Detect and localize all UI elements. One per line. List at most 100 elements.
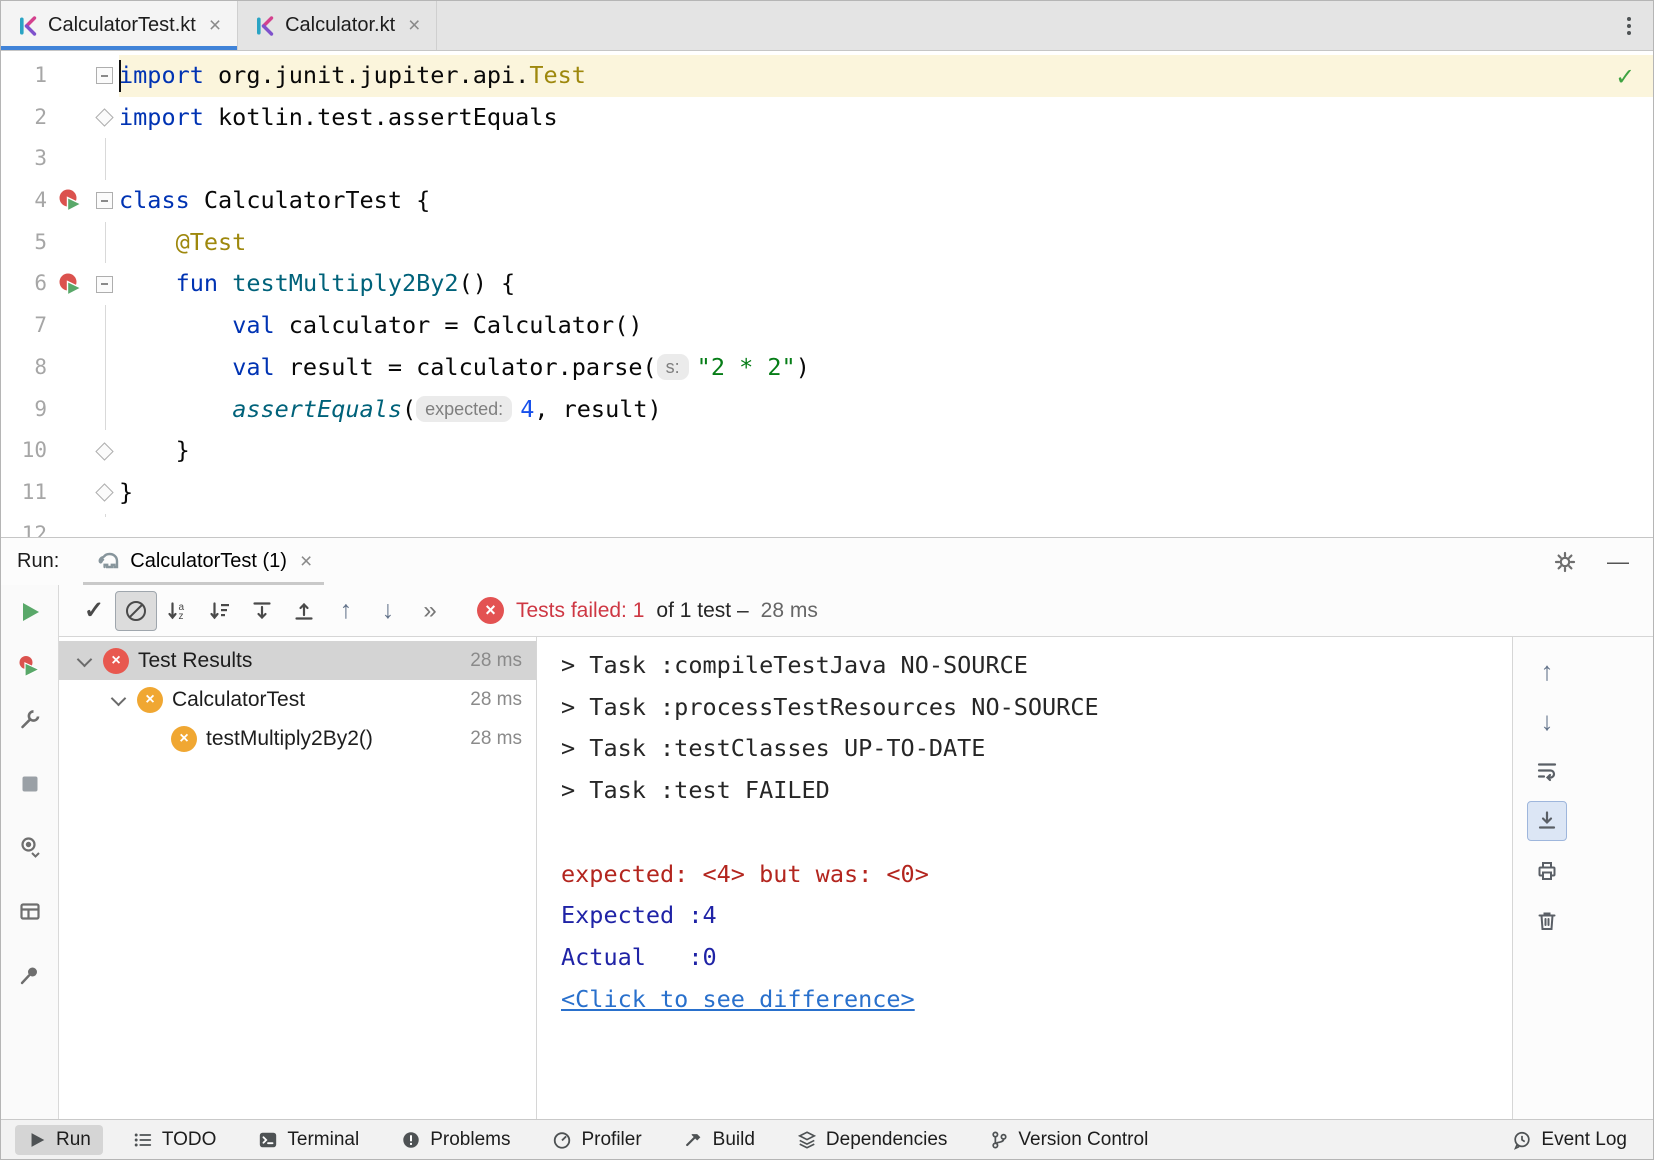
toolbar-item-version-control[interactable]: Version Control <box>977 1125 1160 1155</box>
fold-marker-icon[interactable] <box>89 97 119 139</box>
sort-alphabetically-icon[interactable]: a z <box>157 591 199 631</box>
code-line: 11 } <box>1 472 1653 514</box>
show-passed-icon[interactable]: ✓ <box>73 591 115 631</box>
line-number[interactable]: 12 <box>1 514 47 537</box>
restore-layout-icon[interactable] <box>15 897 45 927</box>
down-stack-trace-icon[interactable]: ↓ <box>1527 701 1567 741</box>
run-test-gutter-icon[interactable] <box>51 263 89 305</box>
run-test-gutter-icon[interactable] <box>51 180 89 222</box>
code-text[interactable]: class CalculatorTest { <box>119 180 1653 222</box>
scroll-to-end-icon[interactable] <box>1527 801 1567 841</box>
code-line: 12 <box>1 514 1653 537</box>
line-number[interactable]: 6 <box>1 263 47 305</box>
rerun-tests-icon[interactable] <box>15 597 45 627</box>
toolbar-item-event-log[interactable]: Event Log <box>1500 1125 1639 1155</box>
fold-marker-icon[interactable] <box>89 55 119 97</box>
next-failed-test-icon[interactable]: ↓ <box>367 591 409 631</box>
line-number[interactable]: 5 <box>1 222 47 264</box>
line-number[interactable]: 4 <box>1 180 47 222</box>
console-line: > Task :test FAILED <box>561 770 1512 812</box>
line-number[interactable]: 8 <box>1 347 47 389</box>
code-line: 9 assertEquals(expected:4, result) <box>1 389 1653 431</box>
tab-label: Calculator.kt <box>285 14 395 37</box>
test-name: Test Results <box>138 649 470 673</box>
line-number[interactable]: 10 <box>1 430 47 472</box>
line-number[interactable]: 9 <box>1 389 47 431</box>
chevron-down-icon[interactable] <box>73 649 97 673</box>
tab-label: CalculatorTest.kt <box>48 14 196 37</box>
pin-tab-icon[interactable] <box>15 961 45 991</box>
code-text[interactable] <box>119 514 1653 537</box>
toolbar-label: Run <box>56 1129 91 1151</box>
expand-all-icon[interactable] <box>241 591 283 631</box>
ide-window: CalculatorTest.kt × Calculator.kt × 1 <box>0 0 1654 1160</box>
toolbar-item-build[interactable]: Build <box>672 1125 767 1155</box>
problems-icon <box>401 1130 421 1150</box>
code-text[interactable]: val result = calculator.parse(s:"2 * 2") <box>119 347 1653 389</box>
code-text[interactable]: val calculator = Calculator() <box>119 305 1653 347</box>
more-toolbar-actions-icon[interactable]: » <box>409 591 451 631</box>
test-settings-wrench-icon[interactable] <box>15 705 45 735</box>
sort-by-duration-icon[interactable] <box>199 591 241 631</box>
editor-tabs-menu-icon[interactable] <box>1605 1 1653 50</box>
stop-icon[interactable] <box>15 769 45 799</box>
toolbar-label: Profiler <box>581 1129 641 1151</box>
test-tree-row[interactable]: × testMultiply2By2() 28 ms <box>59 719 536 758</box>
tab-close-icon[interactable]: × <box>209 14 221 38</box>
kotlin-file-icon <box>254 15 276 37</box>
code-editor[interactable]: 1 import org.junit.jupiter.api.Test 2 <box>1 51 1653 537</box>
code-text[interactable]: } <box>119 430 1653 472</box>
line-number[interactable]: 2 <box>1 97 47 139</box>
collapse-all-icon[interactable] <box>283 591 325 631</box>
test-tree-row[interactable]: × CalculatorTest 28 ms <box>59 680 536 719</box>
console-output[interactable]: > Task :compileTestJava NO-SOURCE> Task … <box>537 637 1513 1119</box>
previous-failed-test-icon[interactable]: ↑ <box>325 591 367 631</box>
editor-tab-calculator[interactable]: Calculator.kt × <box>238 1 437 50</box>
code-text[interactable]: } <box>119 472 1653 514</box>
toolbar-item-profiler[interactable]: Profiler <box>540 1125 653 1155</box>
code-text[interactable]: import kotlin.test.assertEquals <box>119 97 1653 139</box>
editor-tab-calculatortest[interactable]: CalculatorTest.kt × <box>1 1 238 50</box>
show-ignored-icon[interactable] <box>115 591 157 631</box>
fold-marker-icon[interactable] <box>89 430 119 472</box>
code-text[interactable]: import org.junit.jupiter.api.Test <box>119 55 1653 97</box>
settings-icon[interactable] <box>1553 550 1577 574</box>
toolbar-item-terminal[interactable]: Terminal <box>246 1125 371 1155</box>
toolbar-item-run[interactable]: Run <box>15 1125 103 1155</box>
up-stack-trace-icon[interactable]: ↑ <box>1527 651 1567 691</box>
toolbar-item-dependencies[interactable]: Dependencies <box>785 1125 959 1155</box>
run-config-tab[interactable]: CalculatorTest (1) × <box>83 538 324 585</box>
run-tab-close-icon[interactable]: × <box>300 550 312 574</box>
test-failed-icon: × <box>103 648 129 674</box>
test-duration: 28 ms <box>470 650 536 672</box>
view-options-icon[interactable] <box>15 833 45 863</box>
test-tree-row[interactable]: × Test Results 28 ms <box>59 641 536 680</box>
toolbar-item-todo[interactable]: TODO <box>121 1125 229 1155</box>
inspections-ok-icon[interactable]: ✓ <box>1617 61 1633 92</box>
hide-tool-window-icon[interactable]: — <box>1607 549 1629 575</box>
tab-close-icon[interactable]: × <box>408 14 420 38</box>
line-number[interactable]: 11 <box>1 472 47 514</box>
fold-marker-icon[interactable] <box>89 472 119 514</box>
code-text[interactable]: @Test <box>119 222 1653 264</box>
terminal-icon <box>258 1130 278 1150</box>
print-icon[interactable] <box>1527 851 1567 891</box>
code-line: 8 val result = calculator.parse(s:"2 * 2… <box>1 347 1653 389</box>
code-text[interactable]: assertEquals(expected:4, result) <box>119 389 1653 431</box>
rerun-failed-tests-icon[interactable] <box>15 651 45 681</box>
code-text[interactable]: fun testMultiply2By2() { <box>119 263 1653 305</box>
code-text[interactable] <box>119 138 1653 180</box>
toolbar-item-problems[interactable]: Problems <box>389 1125 522 1155</box>
chevron-down-icon[interactable] <box>107 688 131 712</box>
see-difference-link[interactable]: <Click to see difference> <box>561 979 1512 1021</box>
event-log-icon <box>1512 1130 1532 1150</box>
run-tab-title: CalculatorTest (1) <box>130 550 287 573</box>
fold-marker-icon[interactable] <box>89 180 119 222</box>
soft-wrap-icon[interactable] <box>1527 751 1567 791</box>
fold-marker-icon[interactable] <box>89 263 119 305</box>
clear-console-icon[interactable] <box>1527 901 1567 941</box>
line-number[interactable]: 3 <box>1 138 47 180</box>
test-failed-icon: × <box>171 726 197 752</box>
line-number[interactable]: 1 <box>1 55 47 97</box>
line-number[interactable]: 7 <box>1 305 47 347</box>
